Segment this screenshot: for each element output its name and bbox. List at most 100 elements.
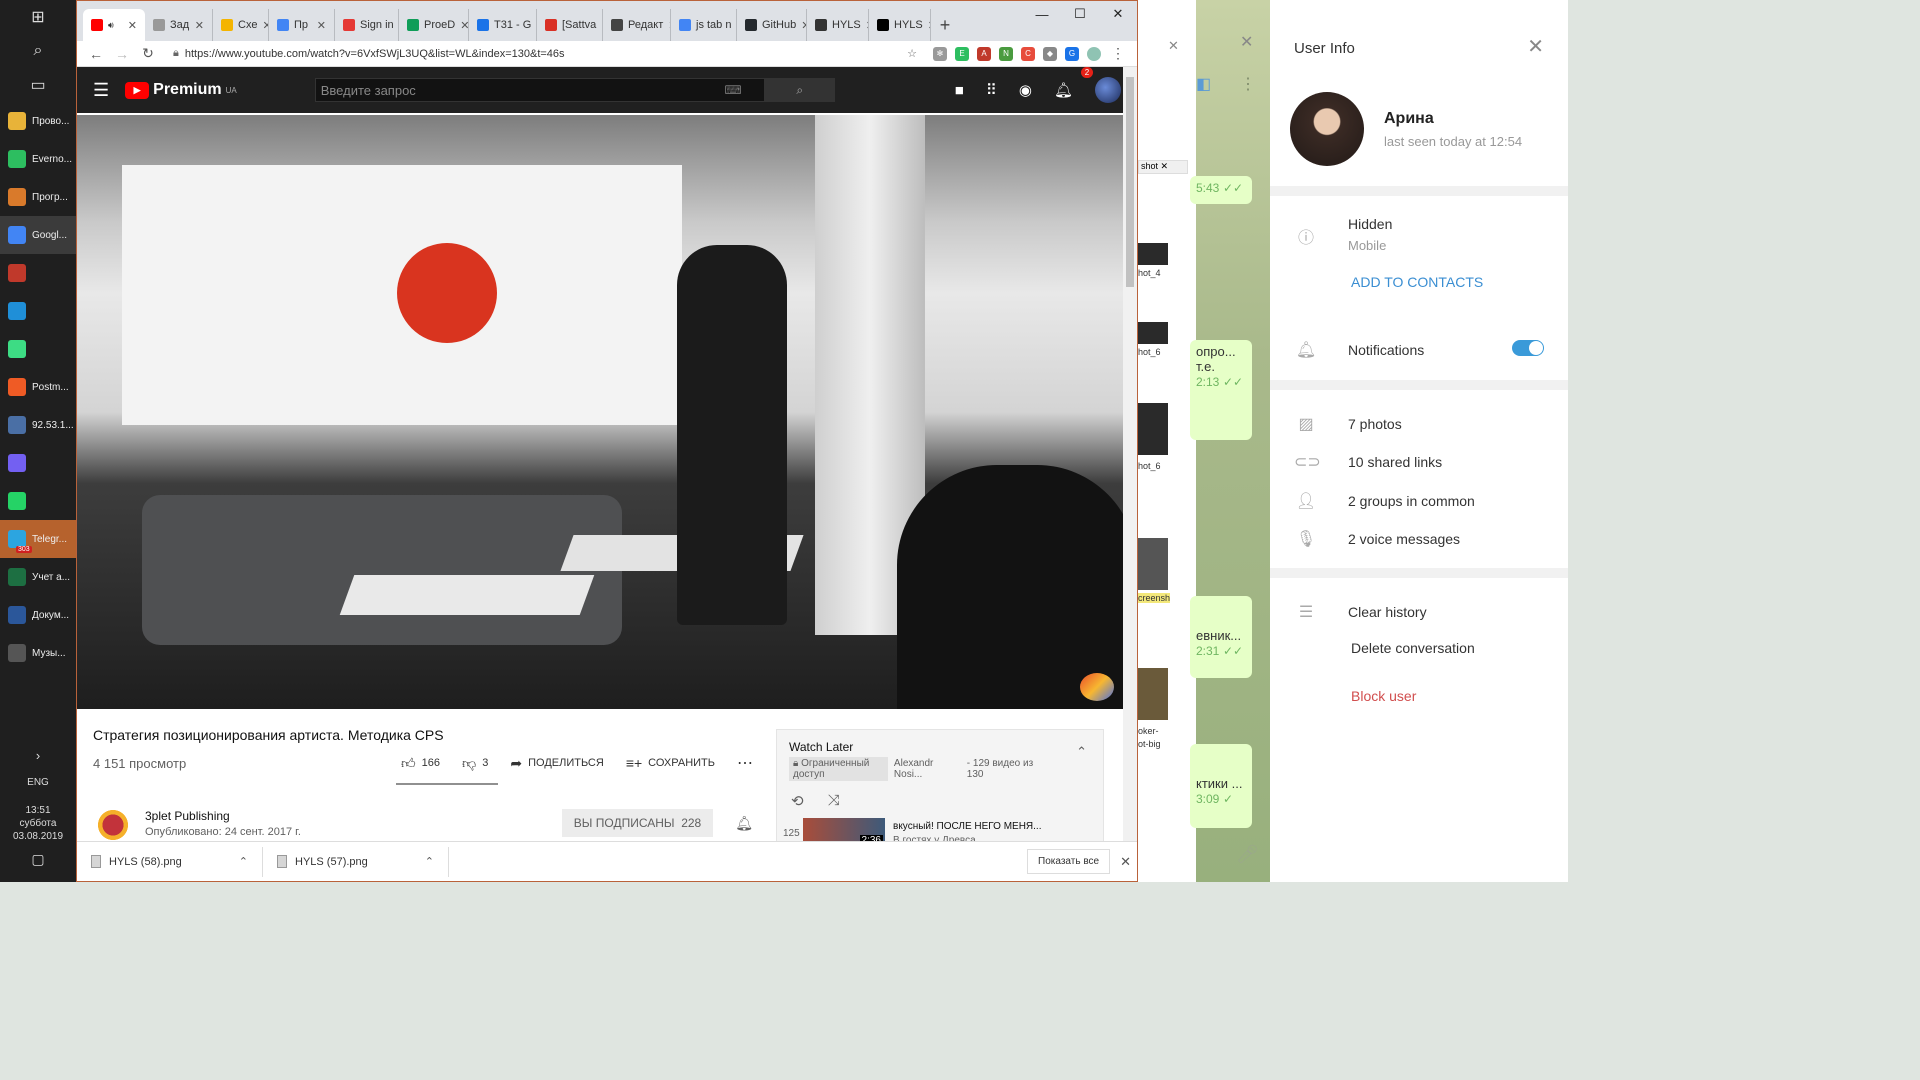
clock[interactable]: 13:51 суббота 03.08.2019	[0, 804, 76, 843]
extension-icon[interactable]: N	[999, 46, 1013, 61]
evernote-extension-icon[interactable]: E	[955, 46, 969, 61]
taskbar-app[interactable]: Telegr... 303	[0, 520, 76, 558]
profile-avatar-icon[interactable]	[1087, 46, 1101, 61]
search-button[interactable]: ⌕	[764, 78, 835, 102]
share-button[interactable]: ➦ ПОДЕЛИТЬСЯ	[510, 755, 603, 772]
keyboard-icon[interactable]: ⌨	[724, 83, 741, 97]
task-view-icon[interactable]: ▭	[0, 68, 76, 102]
maximize-icon[interactable]: ☐	[1061, 1, 1099, 27]
search-icon[interactable]: ⌕	[0, 34, 76, 68]
video-player[interactable]	[77, 115, 1124, 709]
browser-tab[interactable]: Пр ✕	[269, 9, 335, 41]
tab-close-icon[interactable]: ✕	[317, 19, 326, 32]
page-scrollbar[interactable]	[1123, 67, 1137, 843]
download-item[interactable]: HYLS (57).png ⌃	[263, 846, 449, 877]
block-user-button[interactable]: Block user	[1351, 688, 1416, 704]
browser-tab[interactable]: 🔊︎ ✕	[83, 9, 145, 41]
browser-tab[interactable]: ProeD ✕	[399, 9, 469, 41]
chevron-up-icon[interactable]: ⌃	[425, 855, 434, 868]
file-thumbnail[interactable]	[1138, 243, 1168, 265]
microphone-icon[interactable]: 🎤︎	[1236, 844, 1259, 865]
avatar[interactable]	[1290, 92, 1364, 166]
scrollbar-thumb[interactable]	[1126, 77, 1134, 287]
taskbar-app[interactable]	[0, 330, 76, 368]
user-avatar[interactable]	[1095, 77, 1121, 103]
groups-in-common-row[interactable]: 👤︎ 2 groups in common	[1294, 491, 1475, 511]
shared-photos-row[interactable]: ▨ 7 photos	[1294, 414, 1401, 434]
download-item[interactable]: HYLS (58).png ⌃	[77, 846, 263, 877]
playlist-title[interactable]: Watch Later	[777, 730, 1060, 754]
windows-start-icon[interactable]: ⊞	[0, 0, 76, 34]
like-button[interactable]: 👍︎ 166	[401, 755, 440, 772]
delete-conversation-button[interactable]: Delete conversation	[1351, 640, 1475, 656]
notifications-toggle[interactable]	[1512, 340, 1544, 356]
address-bar[interactable]: 🔒︎ https://www.youtube.com/watch?v=6VxfS…	[165, 43, 925, 65]
reload-icon[interactable]: ↻	[139, 45, 157, 62]
taskbar-app[interactable]: 92.53.1...	[0, 406, 76, 444]
adblock-extension-icon[interactable]: A	[977, 46, 991, 61]
loop-icon[interactable]: ⟲	[791, 792, 804, 810]
close-icon[interactable]: ✕	[1168, 38, 1179, 54]
translate-extension-icon[interactable]: G	[1065, 46, 1079, 61]
taskbar-app[interactable]: Докум...	[0, 596, 76, 634]
apps-grid-icon[interactable]: ⠿	[986, 81, 997, 99]
save-button[interactable]: ≡+ СОХРАНИТЬ	[626, 755, 715, 771]
show-all-downloads-button[interactable]: Показать все	[1027, 849, 1111, 874]
taskbar-app[interactable]: Postm...	[0, 368, 76, 406]
sidebar-toggle-icon[interactable]: ◧	[1196, 74, 1211, 94]
file-thumbnail[interactable]	[1138, 668, 1168, 720]
channel-avatar[interactable]	[93, 803, 133, 843]
shared-links-row[interactable]: ⊂⊃ 10 shared links	[1294, 452, 1442, 472]
minimize-icon[interactable]: —	[1023, 1, 1061, 27]
new-tab-button[interactable]: +	[931, 9, 959, 41]
browser-tab[interactable]: Редакт✕	[603, 9, 671, 41]
voice-messages-row[interactable]: 🎙︎ 2 voice messages	[1294, 529, 1460, 549]
taskbar-app[interactable]: Прогр...	[0, 178, 76, 216]
taskbar-app[interactable]	[0, 292, 76, 330]
extension-paw-icon[interactable]: ✻	[933, 46, 947, 61]
taskbar-app[interactable]: Прово...	[0, 102, 76, 140]
taskbar-app[interactable]	[0, 482, 76, 520]
forward-icon[interactable]: →	[113, 46, 131, 62]
browser-tab[interactable]: Sign in✕	[335, 9, 399, 41]
notifications-bell-icon[interactable]: 🔔︎	[1054, 81, 1073, 99]
taskbar-app[interactable]: Музы...	[0, 634, 76, 672]
browser-tab[interactable]: HYLS✕	[869, 9, 931, 41]
bookmark-star-icon[interactable]: ☆	[907, 47, 917, 60]
playlist-owner[interactable]: Alexandr Nosi...	[894, 758, 961, 780]
browser-tab[interactable]: js tab n✕	[671, 9, 737, 41]
menu-kebab-icon[interactable]: ⋮	[1240, 74, 1256, 94]
chevron-up-icon[interactable]: ⌃	[239, 855, 248, 868]
language-indicator[interactable]: ENG	[0, 777, 76, 788]
back-icon[interactable]: ←	[87, 46, 105, 62]
browser-tab[interactable]: GitHub✕	[737, 9, 807, 41]
cors-extension-icon[interactable]: C	[1021, 46, 1035, 61]
shield-extension-icon[interactable]: ◆	[1043, 46, 1057, 61]
chevron-right-icon[interactable]: ›	[0, 748, 76, 763]
browser-tab[interactable]: T31 - G✕	[469, 9, 537, 41]
tab-close-icon[interactable]: ✕	[128, 19, 137, 32]
search-input[interactable]: Введите запрос ⌨	[314, 78, 765, 102]
file-thumbnail[interactable]	[1138, 538, 1168, 590]
taskbar-app[interactable]: Учет а...	[0, 558, 76, 596]
youtube-logo[interactable]: ▶ Premium UA	[125, 81, 237, 99]
audio-playing-icon[interactable]: 🔊︎	[108, 20, 114, 31]
taskbar-app[interactable]: Everno...	[0, 140, 76, 178]
file-thumbnail[interactable]	[1138, 322, 1168, 344]
browser-tab[interactable]: Схе✕	[213, 9, 269, 41]
channel-watermark-icon[interactable]	[1080, 673, 1114, 701]
chat-bubble[interactable]: евник... 2:31 ✓✓	[1190, 596, 1252, 678]
add-to-contacts-button[interactable]: ADD TO CONTACTS	[1351, 274, 1483, 290]
browser-tab[interactable]: HYLS✕	[807, 9, 869, 41]
taskbar-app[interactable]	[0, 254, 76, 292]
messages-icon[interactable]: ◉	[1019, 81, 1032, 99]
close-icon[interactable]: ✕	[1527, 34, 1544, 96]
tab-close-icon[interactable]: ✕	[195, 19, 204, 32]
chat-bubble[interactable]: опро... т.е. 2:13 ✓✓	[1190, 340, 1252, 440]
more-actions-button[interactable]: ⋯	[737, 753, 753, 773]
browser-tab[interactable]: Зад ✕	[145, 9, 213, 41]
channel-name[interactable]: 3plet Publishing	[145, 809, 301, 823]
close-icon[interactable]: ✕	[1120, 854, 1131, 870]
collapse-chevron-icon[interactable]: ⌃	[1060, 730, 1103, 774]
notifications-row[interactable]: 🔔︎ Notifications	[1294, 340, 1424, 360]
